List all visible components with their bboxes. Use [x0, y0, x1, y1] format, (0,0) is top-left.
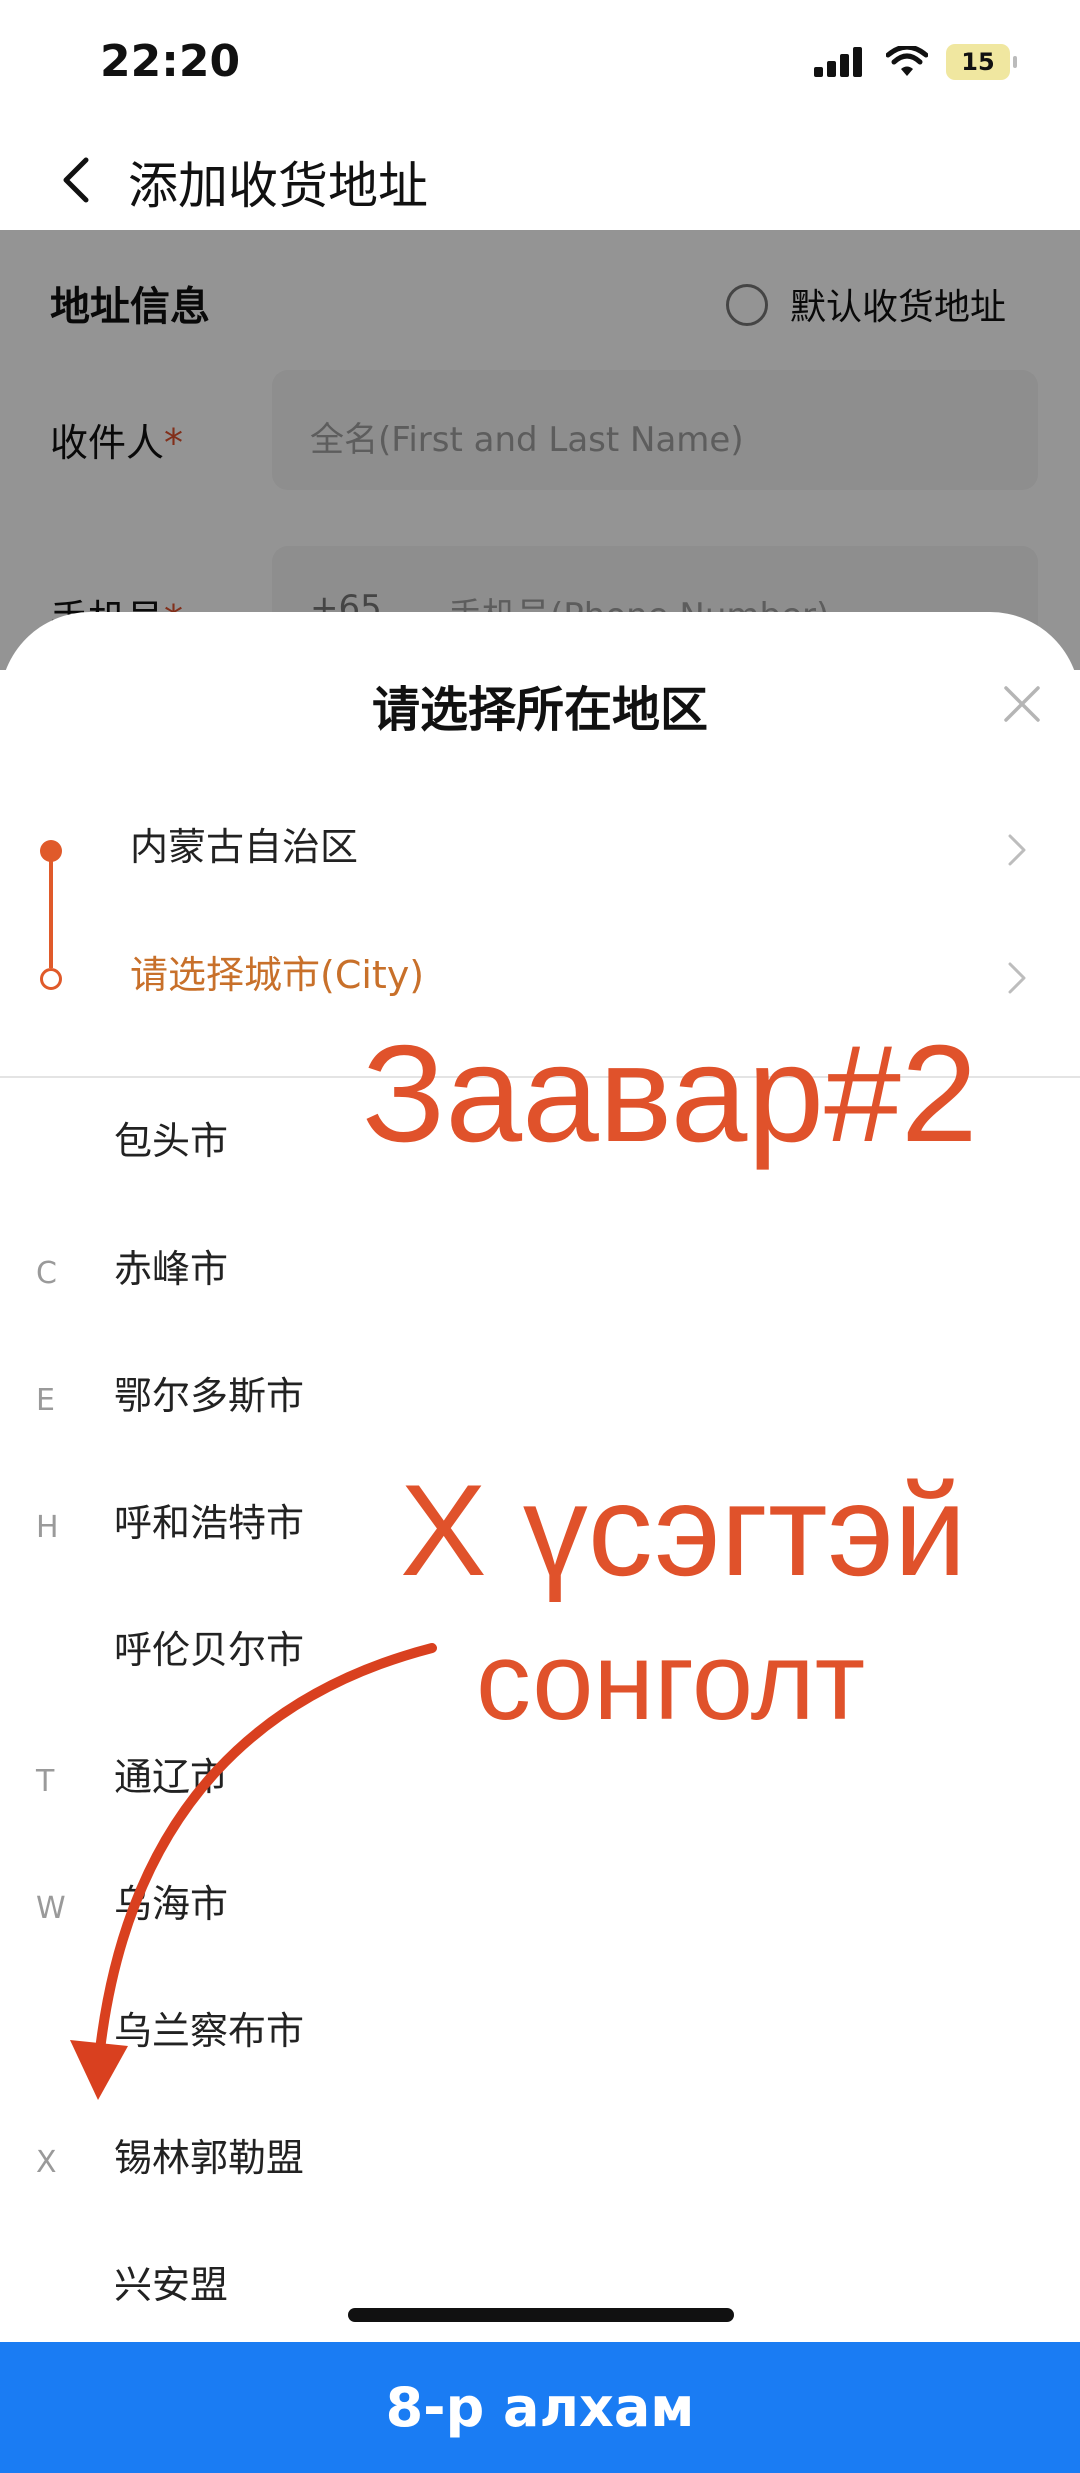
index-letter: T: [36, 1764, 55, 1799]
annotation-title: Заавар#2: [362, 1017, 978, 1171]
back-chevron-icon[interactable]: [50, 150, 106, 210]
step-dot-active: [40, 840, 62, 862]
city-item[interactable]: 包头市: [114, 1110, 228, 1165]
home-indicator: [348, 2308, 734, 2322]
sheet-title: 请选择所在地区: [371, 682, 708, 738]
select-city-prompt[interactable]: 请选择城市(City): [130, 944, 424, 999]
battery-icon: 15: [946, 44, 1017, 80]
status-bar: 22:20 15: [0, 0, 1080, 130]
step-dot-pending: [40, 968, 62, 990]
modal-overlay[interactable]: [0, 230, 1080, 670]
index-letter: C: [36, 1256, 57, 1291]
selected-region[interactable]: 内蒙古自治区: [130, 816, 358, 871]
city-item[interactable]: 通辽市: [114, 1746, 228, 1801]
wifi-icon: [886, 46, 928, 76]
annotation-line-2: сонголт: [476, 1620, 866, 1743]
step-connector: [49, 860, 53, 968]
step-banner: 8-р алхам: [0, 2342, 1080, 2473]
index-letter: W: [36, 1891, 66, 1926]
step-banner-text: 8-р алхам: [385, 2376, 695, 2439]
status-time: 22:20: [100, 36, 241, 87]
chevron-right-icon: [1008, 962, 1026, 994]
status-icons: 15: [814, 40, 1017, 84]
index-letter: E: [36, 1383, 55, 1418]
nav-header: 添加收货地址: [0, 130, 1080, 230]
city-item[interactable]: 锡林郭勒盟: [114, 2127, 304, 2182]
close-icon[interactable]: [1000, 682, 1044, 726]
index-letter: H: [36, 1510, 59, 1545]
annotation-line-1: Х үсэгтэй: [400, 1457, 967, 1603]
city-item[interactable]: 鄂尔多斯市: [114, 1365, 304, 1420]
city-item[interactable]: 赤峰市: [114, 1238, 228, 1293]
city-item[interactable]: 乌海市: [114, 1873, 228, 1928]
chevron-right-icon: [1008, 834, 1026, 866]
signal-icon: [814, 47, 862, 77]
city-item[interactable]: 乌兰察布市: [114, 2000, 304, 2055]
battery-level: 15: [961, 48, 995, 76]
index-letter: X: [36, 2145, 57, 2180]
city-item[interactable]: 兴安盟: [114, 2254, 228, 2309]
city-item[interactable]: 呼和浩特市: [114, 1492, 304, 1547]
screen: 22:20 15 添加收货地址 地址信息 默认收货地址 收件人* 全名(Firs…: [0, 0, 1080, 2473]
page-title: 添加收货地址: [128, 157, 428, 215]
city-item[interactable]: 呼伦贝尔市: [114, 1619, 304, 1674]
